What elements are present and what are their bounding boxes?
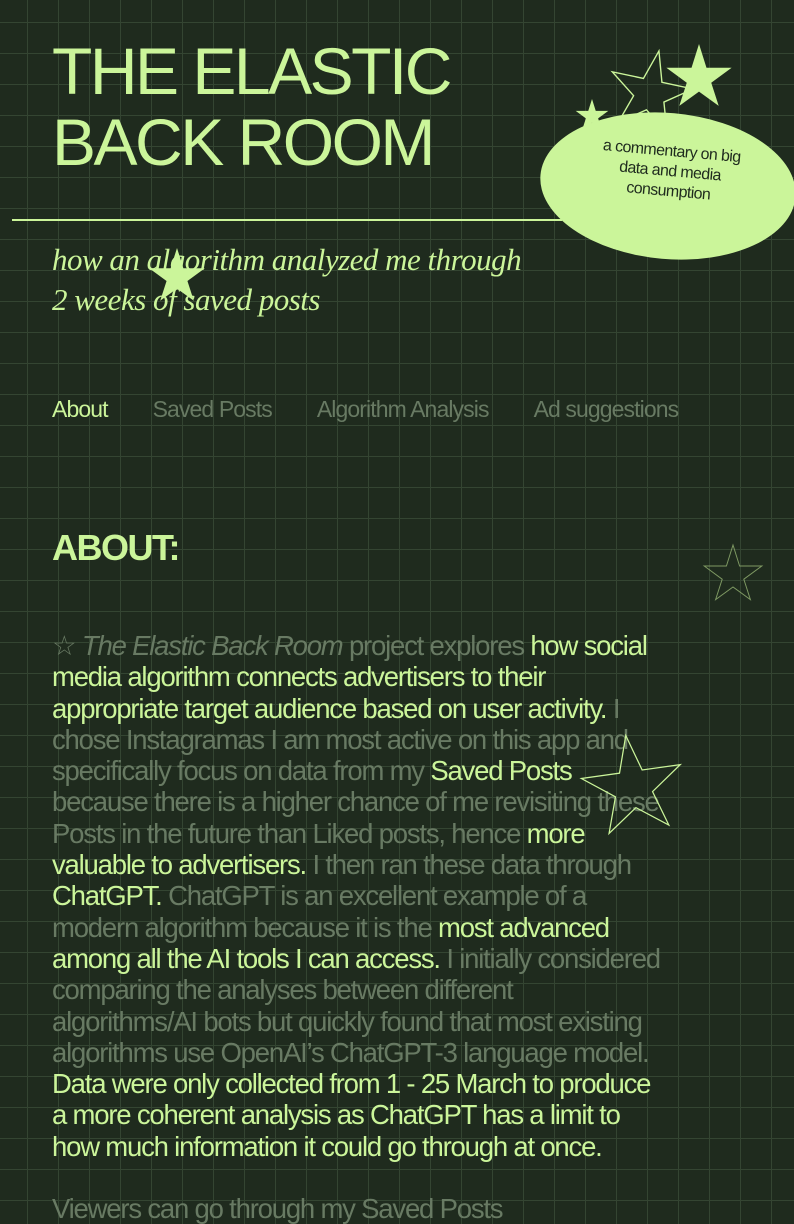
highlighted-text: among all the AI tools I can access. (52, 942, 441, 974)
body-text-segment: Posts in the future than Liked posts, he… (52, 817, 527, 849)
body-text-segment: chose Instagramas I am most active on th… (52, 723, 629, 755)
about-line: media algorithm connects advertisers to … (52, 661, 752, 692)
body-text-segment: ☆ (52, 630, 82, 661)
site-title-line: BACK ROOM (52, 105, 435, 179)
body-text-segment: project explores (342, 630, 531, 661)
body-text-segment: I (606, 692, 621, 724)
body-text-segment: ChatGPT is an excellent example of a (161, 880, 587, 912)
highlighted-text: ChatGPT. (52, 880, 163, 912)
subtitle-line: how an algorithm analyzed me through (52, 242, 522, 277)
nav-item-about[interactable]: About (52, 396, 109, 423)
about-body: ☆ The Elastic Back Room project explores… (52, 630, 752, 1162)
nav-item-algorithm-analysis[interactable]: Algorithm Analysis (317, 396, 490, 423)
highlighted-text: most advanced (438, 911, 610, 943)
title-divider (12, 219, 562, 221)
about-line: among all the AI tools I can access. I i… (52, 943, 752, 974)
about-line: algorithms/AI bots but quickly found tha… (52, 1006, 752, 1037)
nav-item-saved-posts[interactable]: Saved Posts (153, 396, 273, 423)
about-line: valuable to advertisers. I then ran thes… (52, 849, 752, 880)
body-text-segment: I initially considered (439, 942, 661, 974)
star-icon (702, 543, 764, 601)
body-text-segment: I then ran these data through (306, 849, 632, 881)
nav-item-ad-suggestions[interactable]: Ad suggestions (534, 396, 680, 423)
about-line: ☆ The Elastic Back Room project explores… (52, 630, 752, 661)
subtitle-line: 2 weeks of saved posts (52, 282, 320, 317)
highlighted-text: appropriate target audience based on use… (52, 692, 608, 724)
about-line: algorithms use OpenAI’s ChatGPT-3 langua… (52, 1037, 752, 1068)
highlighted-text: how social (530, 630, 648, 661)
body-text-segment: modern algorithm because it is the (52, 911, 438, 943)
section-heading: ABOUT: (52, 527, 180, 568)
project-name: The Elastic Back Room (81, 630, 344, 661)
about-line: a more coherent analysis as ChatGPT has … (52, 1099, 752, 1130)
site-title: THE ELASTIC BACK ROOM (52, 34, 452, 179)
highlighted-text: media algorithm connects advertisers to … (52, 661, 546, 693)
body-text-segment: algorithms use OpenAI’s ChatGPT-3 langua… (52, 1036, 650, 1068)
site-title-line: THE ELASTIC (52, 34, 452, 108)
body-text-segment: algorithms/AI bots but quickly found tha… (52, 1005, 643, 1037)
about-line: Data were only collected from 1 - 25 Mar… (52, 1068, 752, 1099)
star-icon (149, 248, 205, 301)
highlighted-text: valuable to advertisers. (52, 849, 307, 881)
site-subtitle: how an algorithm analyzed me through 2 w… (52, 240, 522, 320)
highlighted-text: Data were only collected from 1 - 25 Mar… (52, 1068, 651, 1100)
about-body-tail: Viewers can go through my Saved Posts (52, 1193, 504, 1224)
body-text-segment: specifically focus on data from my (52, 755, 431, 787)
about-line: how much information it could go through… (52, 1131, 752, 1162)
highlighted-text: how much information it could go through… (52, 1130, 603, 1162)
about-line: appropriate target audience based on use… (52, 693, 752, 724)
body-text-segment: because there is a higher chance of me r… (52, 786, 660, 818)
main-nav: About Saved Posts Algorithm Analysis Ad … (52, 396, 680, 423)
body-text-segment: comparing the analyses between different (52, 974, 514, 1006)
highlighted-text: a more coherent analysis as ChatGPT has … (52, 1099, 621, 1131)
highlighted-text: more (526, 817, 586, 849)
about-line: ChatGPT. ChatGPT is an excellent example… (52, 880, 752, 911)
about-line: modern algorithm because it is the most … (52, 912, 752, 943)
star-icon (579, 733, 683, 836)
about-line: comparing the analyses between different (52, 974, 752, 1005)
highlighted-text: Saved Posts (430, 755, 572, 787)
